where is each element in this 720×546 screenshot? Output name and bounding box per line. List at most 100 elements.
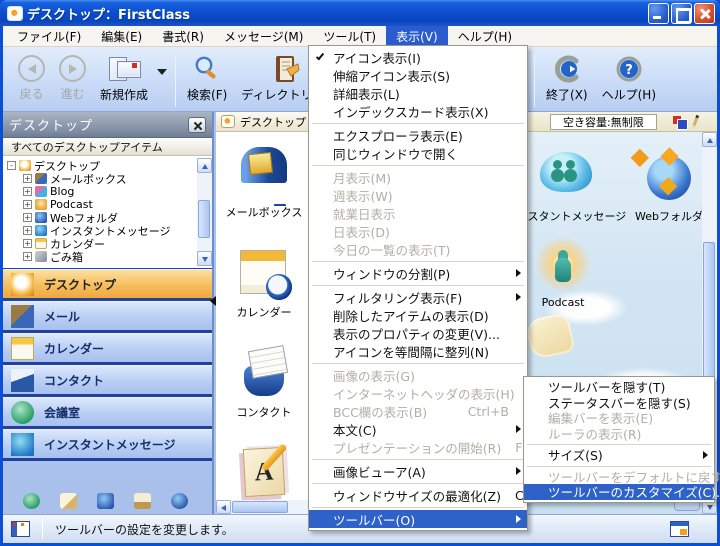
sidebar-nav-button[interactable]: デスクトップ	[3, 269, 212, 298]
menu-item[interactable]: 削除したアイテムの表示(D)	[309, 306, 527, 324]
scroll-up-icon[interactable]	[702, 132, 717, 147]
menu-item[interactable]: エクスプローラ表示(E)	[309, 126, 527, 144]
desktop-icon-item[interactable]: カレンダー	[216, 244, 312, 320]
maximize-button[interactable]	[671, 2, 692, 24]
expand-plus-icon[interactable]: +	[23, 239, 32, 248]
scrollbar-thumb[interactable]	[232, 501, 288, 513]
menubar-item[interactable]: 編集(E)	[91, 26, 152, 46]
menubar-item[interactable]: ヘルプ(H)	[448, 26, 522, 46]
panel-close-icon[interactable]	[188, 116, 206, 133]
new-dropdown-caret-icon[interactable]	[157, 69, 168, 75]
menu-item[interactable]: ツールバー(O)	[309, 510, 527, 528]
menu-item-label: アイコンを等間隔に整列(N)	[333, 344, 489, 360]
menubar-item[interactable]: ツール(T)	[313, 26, 386, 46]
new-message-button[interactable]: 新規作成	[93, 55, 155, 103]
menu-item[interactable]: ウィンドウサイズの最適化(Z) Ctrl+^	[309, 486, 558, 504]
expand-plus-icon[interactable]: +	[23, 187, 32, 196]
toolbar-submenu: ツールバーを隠す(T) ステータスバーを隠す(S) 編集バーを表示(E) ルーラ…	[523, 376, 720, 503]
desktop-icon-item[interactable]: メールボックス	[216, 144, 312, 220]
menu-item[interactable]: インターネットヘッダの表示(H)	[309, 384, 527, 402]
horizontal-scrollbar[interactable]	[216, 500, 312, 514]
desktop-icon-item[interactable]: ドキュメント	[216, 444, 312, 500]
nav-item-icon	[11, 400, 34, 424]
footer-shortcut-icon[interactable]	[97, 493, 114, 509]
collapse-expander-icon[interactable]: -	[7, 161, 16, 170]
menubar-item[interactable]: 書式(R)	[152, 26, 214, 46]
search-button[interactable]: 検索(F)	[180, 55, 234, 103]
menu-item-label: 表示のプロパティの変更(V)...	[333, 326, 500, 342]
tree-scrollbar[interactable]	[197, 158, 212, 266]
expand-plus-icon[interactable]: +	[23, 213, 32, 222]
menubar-item[interactable]: 表示(V)	[386, 26, 448, 46]
menubar-item[interactable]: ファイル(F)	[7, 26, 91, 46]
sidebar-nav-button[interactable]: インスタントメッセージ	[3, 429, 212, 458]
menu-item[interactable]: 伸縮アイコン表示(S)	[309, 66, 527, 84]
help-button[interactable]: ? ヘルプ(H)	[595, 55, 663, 103]
panel-collapse-arrow-icon[interactable]	[210, 296, 216, 306]
scrollbar-thumb[interactable]	[198, 200, 210, 238]
footer-shortcut-icon[interactable]	[134, 493, 151, 509]
desktop-tree: - デスクトップ + メールボックス + Blog + Podcast + We…	[3, 156, 212, 268]
desktop-item-icon	[236, 244, 292, 300]
scroll-left-icon[interactable]	[216, 500, 231, 514]
menu-item[interactable]: 同じウィンドウで開く	[309, 144, 527, 162]
footer-shortcut-icon[interactable]	[23, 493, 40, 509]
menu-item[interactable]: ツールバーのカスタマイズ(C)...	[524, 484, 720, 500]
nav-item-label: 会議室	[44, 405, 81, 420]
scrollbar-thumb[interactable]	[703, 242, 715, 392]
tree-item[interactable]: + カレンダー	[7, 237, 212, 251]
desktop-icon-item[interactable]: コンタクト	[216, 344, 312, 420]
nav-item-icon	[11, 432, 34, 456]
menu-item[interactable]: アイコンを等間隔に整列(N)	[309, 342, 527, 360]
close-button[interactable]	[694, 2, 715, 24]
view-menu: アイコン表示(I) 伸縮アイコン表示(S) 詳細表示(L) インデックスカード表…	[308, 45, 558, 531]
menu-item[interactable]: サイズ(S)	[524, 447, 714, 463]
tree-item[interactable]: + ごみ箱	[7, 250, 212, 264]
menu-item[interactable]: 月表示(M)	[309, 168, 527, 186]
menu-item[interactable]: ウィンドウの分割(P)	[309, 264, 527, 282]
menu-item[interactable]: 週表示(W)	[309, 186, 527, 204]
menu-item[interactable]: 詳細表示(L)	[309, 84, 527, 102]
nav-item-icon	[11, 304, 34, 328]
tree-item-icon	[35, 251, 47, 262]
titlebar[interactable]: デスクトップ：FirstClass	[0, 0, 720, 26]
menu-item[interactable]: 画像ビューア(A)	[309, 462, 527, 480]
menu-item[interactable]: アイコン表示(I)	[309, 48, 527, 66]
tree-item[interactable]: + インスタントメッセージ	[7, 224, 212, 238]
sidebar-nav-button[interactable]: カレンダー	[3, 333, 212, 362]
expand-plus-icon[interactable]: +	[23, 200, 32, 209]
edit-pencil-icon[interactable]	[691, 114, 700, 129]
expand-plus-icon[interactable]: +	[23, 252, 32, 261]
menu-item[interactable]: 日表示(D)	[309, 222, 527, 240]
menu-item[interactable]: BCC欄の表示(B) Ctrl+B	[309, 402, 527, 420]
menubar-item[interactable]: メッセージ(M)	[214, 26, 313, 46]
menu-item[interactable]: フィルタリング表示(F)	[309, 288, 527, 306]
forward-button[interactable]: 進む	[52, 55, 93, 102]
scroll-down-icon[interactable]	[197, 251, 212, 266]
menu-item[interactable]: 就業日表示	[309, 204, 527, 222]
menu-item[interactable]: 表示のプロパティの変更(V)...	[309, 324, 527, 342]
back-button[interactable]: 戻る	[11, 55, 52, 102]
footer-shortcut-icon[interactable]	[60, 493, 77, 509]
sidebar-nav-button[interactable]: コンタクト	[3, 365, 212, 394]
view-mode-icon[interactable]	[673, 115, 688, 130]
exit-button[interactable]: 終了(X)	[539, 55, 595, 103]
desktop-tab[interactable]: デスクトップ	[216, 112, 312, 132]
scroll-up-icon[interactable]	[197, 158, 212, 173]
menu-item[interactable]: ルーラの表示(R)	[524, 426, 714, 442]
tree-item-label: ごみ箱	[50, 250, 83, 264]
sidebar-nav-button[interactable]: メール	[3, 301, 212, 330]
tree-item[interactable]: + メールボックス	[7, 172, 212, 186]
minimize-button[interactable]	[648, 2, 669, 24]
footer-shortcut-icon[interactable]	[171, 493, 188, 509]
sidebar-nav-button[interactable]: 会議室	[3, 397, 212, 426]
menu-item[interactable]: プレゼンテーションの開始(R) F5	[309, 438, 530, 456]
menu-item[interactable]: 画像の表示(G)	[309, 366, 527, 384]
split-view-icon[interactable]	[670, 521, 689, 537]
expand-plus-icon[interactable]: +	[23, 174, 32, 183]
menu-item[interactable]: 本文(C)	[309, 420, 527, 438]
tree-item[interactable]: + Blog	[7, 185, 212, 198]
menu-item[interactable]: 今日の一覧の表示(T)	[309, 240, 527, 258]
expand-plus-icon[interactable]: +	[23, 226, 32, 235]
menu-item[interactable]: インデックスカード表示(X)	[309, 102, 527, 120]
